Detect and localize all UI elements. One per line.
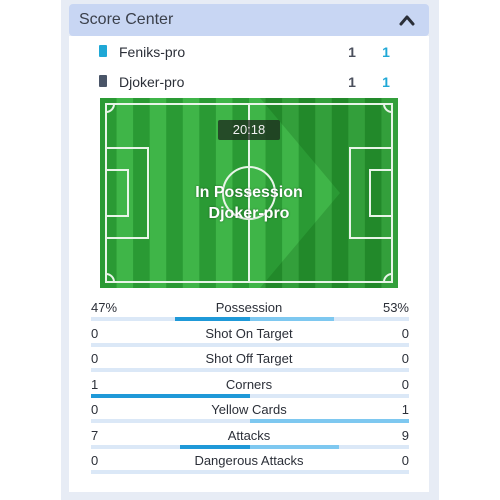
stat-away-value: 0 [401,325,409,341]
stat-label: Shot Off Target [205,351,293,366]
stat-away-value: 0 [401,351,409,366]
stat-bar-track [91,317,409,321]
stat-row-dangerous-attacks: 0 Dangerous Attacks 0 [69,453,429,478]
stat-bar-track [91,444,409,449]
stat-bar-track [91,393,409,398]
team-flag-icon [99,45,107,57]
stat-away-value: 9 [401,427,409,443]
chevron-up-icon[interactable] [397,11,417,29]
stat-bar-home [91,393,250,398]
stat-label: Possession [215,300,283,315]
possession-team: Djoker-pro [208,205,290,222]
team-score-total: 1 [348,44,356,60]
stat-away-value: 1 [401,402,409,417]
stat-label: Corners [225,376,273,392]
stat-row-shot-on-target: 0 Shot On Target 0 [69,326,429,351]
header-title: Score Center [79,11,174,28]
stat-away-value: 53% [382,300,409,315]
team-row-away: Djoker-pro 1 1 [69,70,429,94]
stat-label: Yellow Cards [211,402,287,417]
stat-bar-away [250,317,335,321]
stat-bar-track [91,470,409,474]
stat-label: Shot On Target [205,325,293,341]
stat-bar-away [250,444,340,449]
stat-bar-away [250,419,409,423]
team-score-total: 1 [348,74,356,90]
team-flag-icon [99,75,107,87]
team-row-home: Feniks-pro 1 1 [69,40,429,64]
stat-bar-home [175,317,250,321]
pitch-visualization: 20:18 In Possession Djoker-pro [100,98,398,288]
stat-away-value: 0 [401,453,409,468]
stat-bar-track [91,368,409,372]
score-panel: Feniks-pro 1 1 Djoker-pro 1 1 20:18 In P… [69,36,429,492]
stat-row-possession: 47% Possession 53% [69,300,429,325]
match-clock: 20:18 [218,120,280,140]
stat-row-shot-off-target: 0 Shot Off Target 0 [69,351,429,376]
stat-row-yellow-cards: 0 Yellow Cards 1 [69,402,429,427]
stat-row-attacks: 7 Attacks 9 [69,428,429,453]
team-name: Djoker-pro [119,74,185,90]
stat-bar-track [91,342,409,347]
team-name: Feniks-pro [119,44,186,60]
stat-label: Attacks [227,427,271,443]
team-score-period: 1 [382,44,390,60]
possession-status: In Possession [195,184,303,201]
stat-bar-home [180,444,250,449]
score-center-widget: Score Center Feniks-pro 1 1 Djoker-pro 1… [61,0,439,500]
score-center-header[interactable]: Score Center [69,4,429,36]
team-score-period: 1 [382,74,390,90]
stat-row-corners: 1 Corners 0 [69,377,429,402]
stat-label: Dangerous Attacks [194,453,304,468]
stat-bar-track [91,419,409,423]
stat-away-value: 0 [401,376,409,392]
